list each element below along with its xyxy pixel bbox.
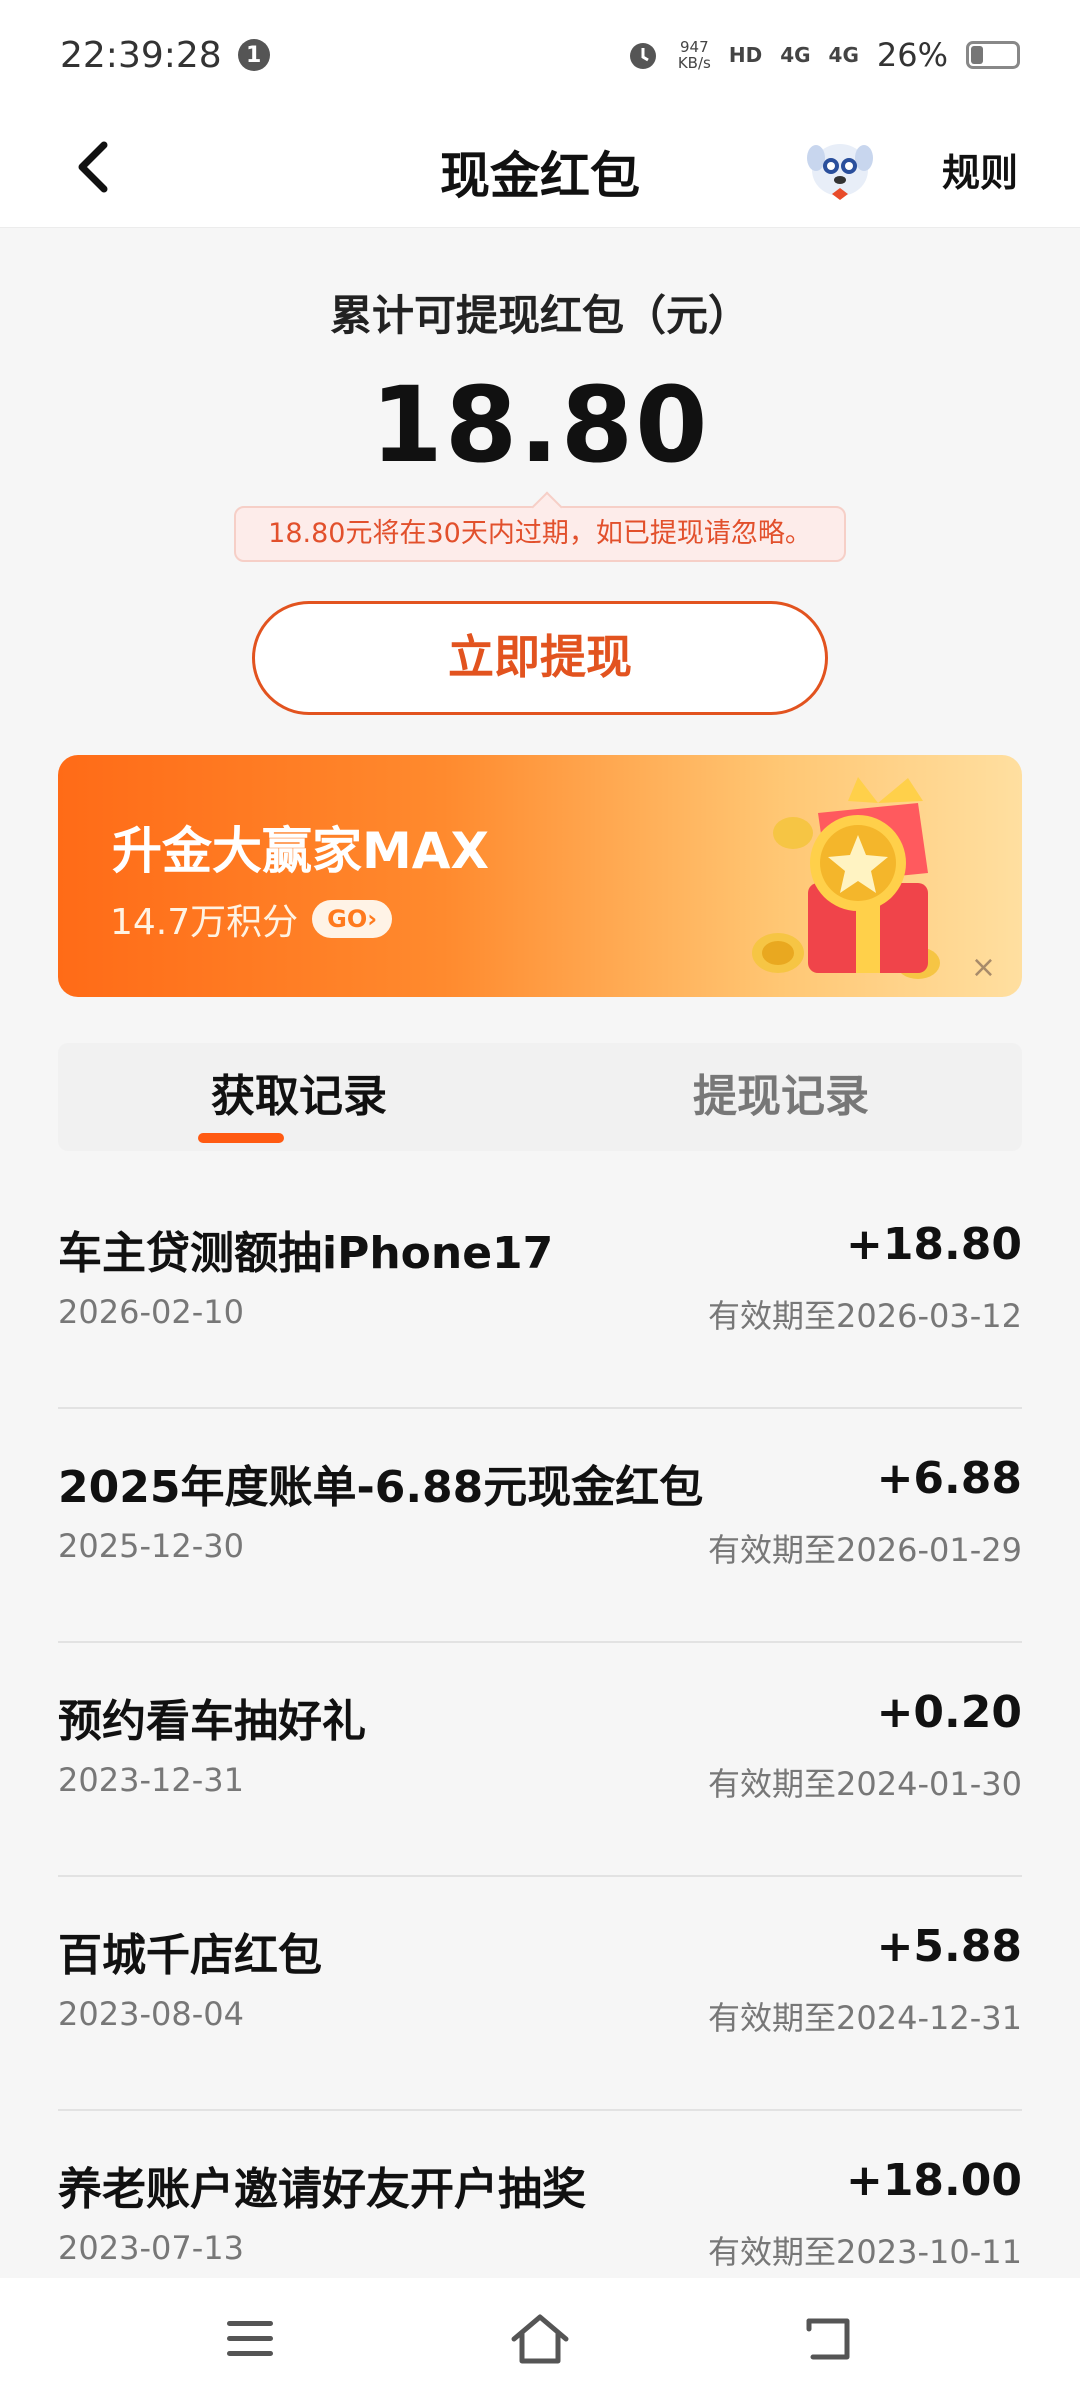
record-title: 百城千店红包 (58, 1930, 322, 1981)
status-bar: 22:39:28 1 947 KB/s HD 4G 4G 26% (0, 0, 1080, 110)
header: 现金红包 规则 (0, 110, 1080, 228)
close-icon[interactable]: × (971, 950, 996, 985)
gift-box-icon (752, 777, 940, 979)
record-expiry: 有效期至2026-03-12 (708, 1297, 1022, 1335)
battery-fill (971, 46, 984, 64)
record-expiry: 有效期至2024-01-30 (708, 1765, 1022, 1803)
withdraw-button[interactable]: 立即提现 (252, 601, 828, 715)
battery-percent: 26% (876, 36, 948, 74)
status-right: 947 KB/s HD 4G 4G 26% (626, 36, 1020, 74)
record-title: 车主贷测额抽iPhone17 (58, 1228, 554, 1279)
record-amount: +5.88 (876, 1921, 1022, 1972)
record-title: 养老账户邀请好友开户抽奖 (58, 2164, 586, 2215)
status-time: 22:39:28 (60, 34, 222, 76)
signal-4g-icon-1: 4G (780, 43, 811, 67)
go-badge[interactable]: GO › (312, 900, 393, 938)
record-date: 2026-02-10 (58, 1293, 244, 1331)
tab-earn-records[interactable]: 获取记录 (58, 1043, 540, 1151)
list-item[interactable]: 预约看车抽好礼 +0.20 2023-12-31 有效期至2024-01-30 (58, 1643, 1022, 1877)
page-title: 现金红包 (440, 147, 640, 205)
return-icon (806, 2318, 850, 2360)
record-title: 预约看车抽好礼 (58, 1696, 366, 1747)
list-item[interactable]: 2025年度账单-6.88元现金红包 +6.88 2025-12-30 有效期至… (58, 1409, 1022, 1643)
record-amount: +18.00 (845, 2155, 1022, 2206)
net-speed: 947 KB/s (678, 39, 711, 71)
banner-subtitle: 14.7万积分 (110, 902, 299, 943)
menu-icon (227, 2321, 273, 2356)
expire-tip: 18.80元将在30天内过期，如已提现请忽略。 (234, 506, 846, 562)
go-label: GO (327, 905, 368, 933)
record-expiry: 有效期至2026-01-29 (708, 1531, 1022, 1569)
banner-subtitle-row: 14.7万积分 GO › (110, 893, 393, 945)
chevron-right-icon: › (367, 905, 378, 933)
net-speed-unit: KB/s (677, 54, 711, 72)
mascot-icon[interactable] (800, 128, 880, 208)
home-button[interactable] (505, 2309, 575, 2369)
record-amount: +18.80 (845, 1219, 1022, 1270)
records-list: 车主贷测额抽iPhone17 +18.80 2026-02-10 有效期至202… (58, 1175, 1022, 2345)
alarm-icon (629, 43, 656, 69)
balance-label: 累计可提现红包（元） (329, 291, 750, 340)
notification-badge: 1 (237, 39, 270, 71)
record-date: 2023-08-04 (58, 1995, 244, 2033)
promo-banner[interactable]: 升金大赢家MAX 14.7万积分 GO › × (58, 755, 1022, 997)
battery-icon (966, 41, 1020, 69)
menu-button[interactable] (215, 2309, 285, 2369)
record-date: 2023-12-31 (58, 1761, 244, 1799)
list-item[interactable]: 车主贷测额抽iPhone17 +18.80 2026-02-10 有效期至202… (58, 1175, 1022, 1409)
signal-4g-icon-2: 4G (828, 43, 859, 67)
record-title: 2025年度账单-6.88元现金红包 (58, 1462, 704, 1513)
record-amount: +0.20 (876, 1687, 1022, 1738)
banner-title: 升金大赢家MAX (112, 822, 490, 880)
home-icon (511, 2314, 569, 2364)
status-left: 22:39:28 1 (60, 35, 270, 76)
hd-icon: HD (728, 43, 763, 67)
record-date: 2023-07-13 (58, 2229, 244, 2267)
record-date: 2025-12-30 (58, 1527, 244, 1565)
record-expiry: 有效期至2024-12-31 (708, 1999, 1022, 2037)
rules-button[interactable]: 规则 (942, 142, 1018, 197)
record-amount: +6.88 (876, 1453, 1022, 1504)
tab-indicator (198, 1133, 284, 1143)
list-item[interactable]: 百城千店红包 +5.88 2023-08-04 有效期至2024-12-31 (58, 1877, 1022, 2111)
system-nav-bar (0, 2278, 1080, 2400)
record-expiry: 有效期至2023-10-11 (708, 2233, 1022, 2271)
back-nav-button[interactable] (795, 2309, 865, 2369)
tab-withdraw-records[interactable]: 提现记录 (540, 1043, 1022, 1151)
balance-amount: 18.80 (370, 364, 710, 486)
net-speed-value: 947 (680, 38, 709, 56)
